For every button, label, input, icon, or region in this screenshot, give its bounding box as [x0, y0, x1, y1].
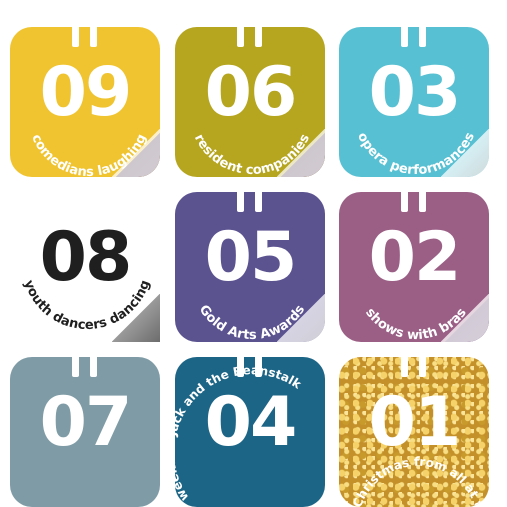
calendar-card-07[interactable]: 07	[10, 357, 160, 507]
calendar-card-06[interactable]: 06 resident companies	[175, 27, 325, 177]
calendar-card-08[interactable]: 08 youth dancers dancing	[10, 192, 160, 342]
card-caption: weeks of Jack and the Beanstalk	[175, 363, 305, 503]
calendar-card-04[interactable]: 04 weeks of Jack and the Beanstalk	[175, 357, 325, 507]
page-curl-icon	[277, 129, 325, 177]
advent-calendar-grid: 09 comedians laughing 06 resident compan…	[0, 0, 507, 507]
calendar-card-02[interactable]: 02 shows with bras	[339, 192, 489, 342]
page-curl-icon	[112, 294, 160, 342]
page-curl-icon	[441, 129, 489, 177]
page-curl-icon	[277, 294, 325, 342]
svg-text:Happy Christmas from all at th: Happy Christmas from all at the Hall	[339, 357, 486, 507]
page-curl-icon	[441, 294, 489, 342]
calendar-card-09[interactable]: 09 comedians laughing	[10, 27, 160, 177]
svg-text:weeks of Jack and the Beanstal: weeks of Jack and the Beanstalk	[175, 363, 305, 503]
hanger-tab	[72, 357, 79, 377]
card-number: 07	[39, 383, 133, 462]
calendar-card-05[interactable]: 05 Gold Arts Awards	[175, 192, 325, 342]
card-caption: Happy Christmas from all at the Hall	[339, 357, 486, 507]
card-caption-arc: Happy Christmas from all at the Hall	[339, 357, 486, 507]
calendar-card-03[interactable]: 03 opera performances	[339, 27, 489, 177]
hanger-tab	[90, 357, 97, 377]
card-caption-arc: weeks of Jack and the Beanstalk	[175, 363, 305, 503]
page-curl-icon	[112, 129, 160, 177]
calendar-card-01[interactable]: 01 Happy Christmas from all at the Hall	[339, 357, 489, 507]
